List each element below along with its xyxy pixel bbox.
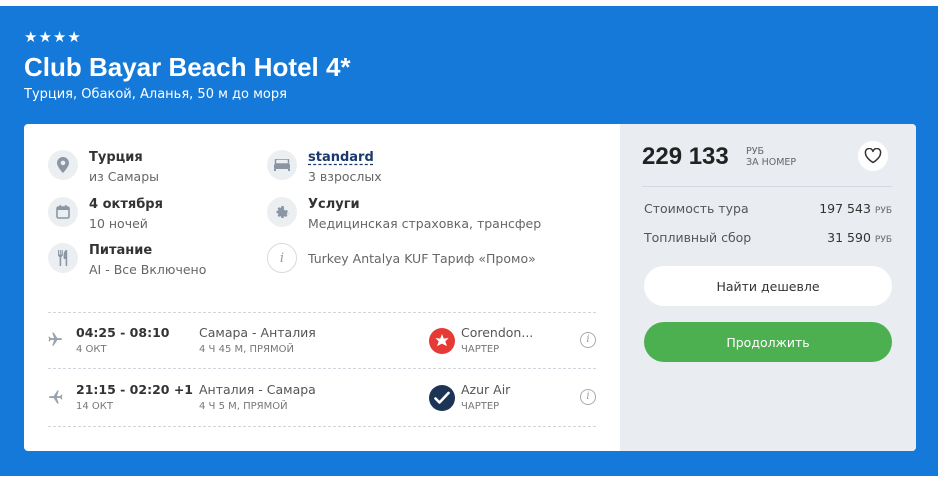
services-list: Медицинская страховка, трансфер [308,216,542,231]
fuel-fee-value: 31 590 РУБ [827,230,892,245]
azur-air-logo [429,385,455,411]
price-panel: 229 133 РУБ ЗА НОМЕР Стоимость тура 197 … [620,124,916,451]
flight-type: ЧАРТЕР [461,401,500,412]
info-icon[interactable]: i [267,243,297,273]
hotel-stars: ★★★★ [24,28,82,46]
flights-divider-top [48,312,596,313]
corendon-logo [429,328,455,354]
plane-return-icon [48,390,63,404]
departure-city: из Самары [89,169,160,184]
price-currency: РУБ [746,146,765,157]
airline-name: Corendon... [461,325,534,340]
bed-icon [267,150,297,180]
flight-duration: 4 Ч 5 М, ПРЯМОЙ [199,401,288,412]
fuel-fee-label: Топливный сбор [644,230,752,245]
flight-info-icon[interactable]: i [580,389,596,405]
destination-country: Турция [89,150,143,165]
hotel-location: Турция, Обакой, Аланья, 50 м до моря [24,87,287,102]
offer-card: Турция из Самары 4 октября 10 ночей Пита… [24,124,916,451]
fork-knife-icon [48,243,78,273]
find-cheaper-button[interactable]: Найти дешевле [644,266,892,306]
total-price: 229 133 [642,143,729,170]
tariff-name: Turkey Antalya KUF Тариф «Промо» [308,251,536,266]
tour-date: 4 октября [89,197,163,212]
flight-date: 4 ОКТ [76,344,107,355]
plane-outbound-icon [48,332,63,346]
tour-cost-label: Стоимость тура [644,201,749,216]
location-pin-icon [48,150,78,180]
room-type-link[interactable]: standard [308,150,374,165]
gear-icon [267,197,297,227]
meals-title: Питание [89,243,153,258]
favorite-button[interactable] [858,141,888,171]
hotel-offer: ★★★★ Club Bayar Beach Hotel 4* Турция, О… [0,0,943,479]
tour-cost-value: 197 543 РУБ [819,201,892,216]
price-unit: РУБ ЗА НОМЕР [746,146,796,168]
meals-plan: AI - Все Включено [89,262,207,277]
price-per-room: ЗА НОМЕР [746,157,797,168]
flights-divider-bottom [48,426,596,427]
flight-duration: 4 Ч 45 М, ПРЯМОЙ [199,344,294,355]
tour-nights: 10 ночей [89,216,148,231]
flight-date: 14 ОКТ [76,401,113,412]
heart-icon [864,148,882,164]
flights-divider-middle [48,368,596,369]
flight-route: Самара - Анталия [199,325,316,340]
flight-route: Анталия - Самара [199,382,316,397]
flight-time: 21:15 - 02:20 +1 [76,382,193,397]
room-guests: 3 взрослых [308,169,382,184]
flight-info-icon[interactable]: i [580,332,596,348]
calendar-icon [48,197,78,227]
flight-type: ЧАРТЕР [461,344,500,355]
hotel-name[interactable]: Club Bayar Beach Hotel 4* [24,52,351,83]
continue-button[interactable]: Продолжить [644,322,892,362]
flight-time: 04:25 - 08:10 [76,325,170,340]
price-separator [642,186,892,187]
services-title: Услуги [308,197,360,212]
airline-name: Azur Air [461,382,511,397]
